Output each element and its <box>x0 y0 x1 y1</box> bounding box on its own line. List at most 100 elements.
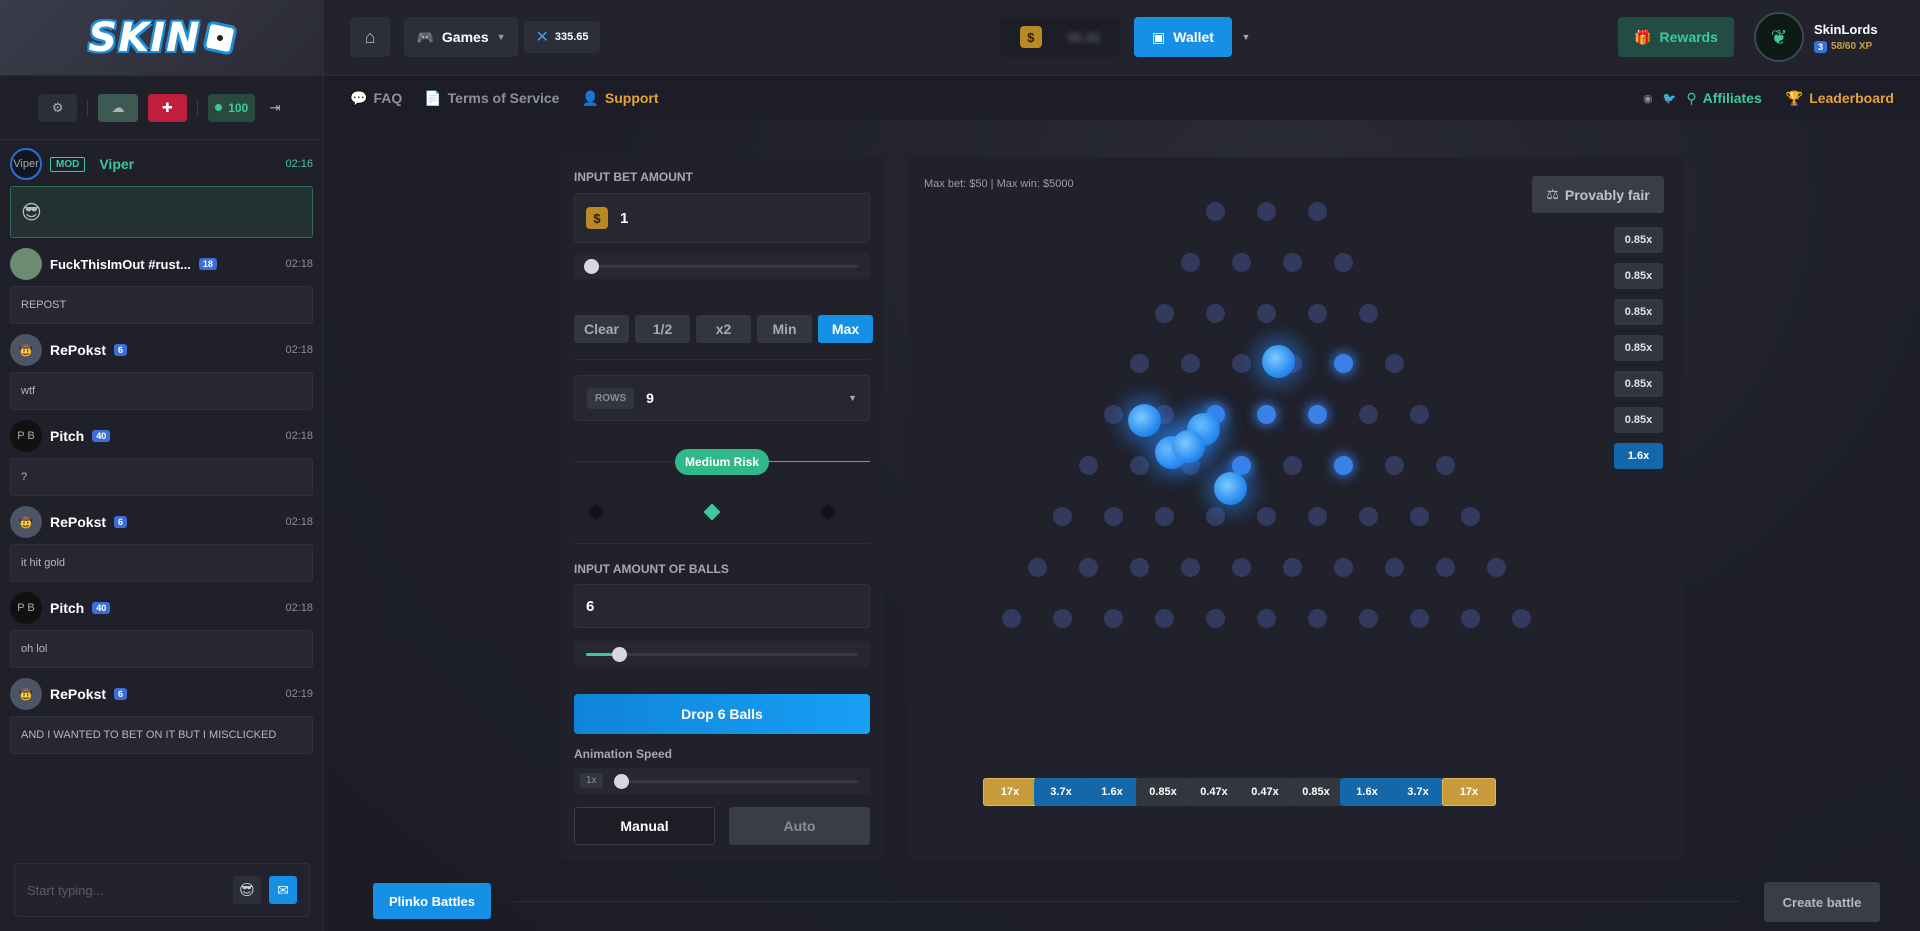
logout-icon[interactable]: ⇥ <box>265 94 285 122</box>
user-xp-text: 58/60 XP <box>1831 41 1873 52</box>
clear-button[interactable]: Clear <box>574 315 629 343</box>
cloud-room-icon[interactable]: ☁ <box>98 93 138 122</box>
trophy-icon: 🏆 <box>1785 89 1804 106</box>
multiplier-bucket: 0.47x <box>1238 778 1292 806</box>
bet-amount-field[interactable]: $ 1 <box>574 193 870 243</box>
top-header: ⌂ 🎮 Games ▼ ✕ 335.65 $ 96.42 ▣ Wallet ▼ … <box>324 0 1920 76</box>
message-time: 02:18 <box>285 516 313 528</box>
username[interactable]: RePokst <box>50 514 106 530</box>
site-logo[interactable]: SKIN <box>88 15 238 61</box>
balls-amount-slider[interactable] <box>574 641 870 667</box>
bet-amount-slider[interactable] <box>574 253 870 279</box>
peg <box>1002 609 1021 628</box>
rewards-button[interactable]: 🎁 Rewards <box>1618 17 1734 57</box>
rewards-label: Rewards <box>1659 29 1718 45</box>
peg <box>1231 354 1251 373</box>
slider-knob[interactable] <box>584 259 600 274</box>
affiliates-link[interactable]: ⚲ Affiliates <box>1686 90 1761 107</box>
rows-select[interactable]: ROWS 9 ▼ <box>574 375 870 421</box>
username[interactable]: RePokst <box>50 342 106 358</box>
user-profile[interactable]: ❦ SkinLords 3 58/60 XP <box>1754 12 1878 62</box>
min-button[interactable]: Min <box>757 315 812 343</box>
multiplier-bucket: 3.7x <box>1391 778 1445 806</box>
user-avatar: ❦ <box>1754 12 1804 62</box>
speed-value: 1x <box>580 773 603 788</box>
max-button[interactable]: Max <box>818 315 873 343</box>
message-header: FuckThisImOut #rust... 18 02:18 <box>10 246 313 282</box>
avatar[interactable]: P B <box>10 592 42 624</box>
high-risk-diamond-icon[interactable] <box>819 503 837 521</box>
flag-room-icon[interactable]: ✚ <box>147 93 188 122</box>
avatar[interactable]: 🤠 <box>10 334 42 366</box>
username[interactable]: Viper <box>99 156 134 172</box>
provably-fair-button[interactable]: ⚖ Provably fair <box>1532 176 1664 213</box>
username[interactable]: Pitch <box>50 428 84 444</box>
drop-balls-button[interactable]: Drop 6 Balls <box>574 694 870 734</box>
level-badge: 40 <box>92 602 111 614</box>
peg <box>1180 253 1200 272</box>
message-body: wtf <box>10 372 313 410</box>
home-icon: ⌂ <box>364 26 376 47</box>
terms-link[interactable]: 📄 Terms of Service <box>424 90 559 107</box>
slider-knob[interactable] <box>614 774 629 789</box>
document-icon: 📄 <box>424 89 442 106</box>
message-header: Viper MOD Viper 02:16 <box>10 146 313 182</box>
peg <box>1053 609 1072 628</box>
divider <box>574 359 870 360</box>
home-button[interactable]: ⌂ <box>350 17 390 57</box>
emoji-picker-icon[interactable]: 😎 <box>233 876 261 904</box>
chat-sidebar: SKIN ⚙ ☁ ✚ 100 ⇥ Viper MOD Viper 02:16 😎 <box>0 0 324 931</box>
low-risk-diamond-icon[interactable] <box>587 503 605 521</box>
rows-tag: ROWS <box>587 387 635 409</box>
plinko-ball <box>1172 430 1205 463</box>
auto-mode-button[interactable]: Auto <box>729 807 870 845</box>
message-time: 02:19 <box>285 688 313 700</box>
level-badge: 6 <box>114 344 128 356</box>
twitter-icon[interactable]: 🐦 <box>1663 92 1677 105</box>
faq-link[interactable]: 💬 FAQ <box>350 90 402 107</box>
settings-gear-icon[interactable]: ⚙ <box>38 93 78 122</box>
leaderboard-link[interactable]: 🏆 Leaderboard <box>1786 90 1894 107</box>
chat-message: 🤠 RePokst 6 02:18 wtf <box>10 332 313 410</box>
double-button[interactable]: x2 <box>696 315 751 343</box>
half-button[interactable]: 1/2 <box>635 315 690 343</box>
peg <box>1461 609 1480 628</box>
wallet-button[interactable]: ▣ Wallet <box>1134 17 1232 57</box>
slider-line <box>586 265 858 268</box>
multiplier-bucket: 0.85x <box>1136 778 1190 806</box>
animation-speed-slider[interactable]: 1x <box>574 768 870 794</box>
discord-icon[interactable]: ◉ <box>1643 92 1653 105</box>
wallet-chevron-icon[interactable]: ▼ <box>1236 17 1256 57</box>
games-dropdown[interactable]: 🎮 Games ▼ <box>404 17 518 57</box>
username[interactable]: RePokst <box>50 686 106 702</box>
avatar[interactable]: P B <box>10 420 42 452</box>
balls-amount-label: INPUT AMOUNT OF BALLS <box>574 562 729 576</box>
peg <box>1206 507 1225 526</box>
risk-level-badge[interactable]: Medium Risk <box>675 449 769 475</box>
leaderboard-label: Leaderboard <box>1809 90 1894 106</box>
support-link[interactable]: 👤 Support <box>581 90 658 107</box>
balls-amount-field[interactable]: 6 <box>574 584 870 628</box>
slider-knob[interactable] <box>611 647 627 662</box>
peg <box>1129 354 1149 373</box>
manual-mode-button[interactable]: Manual <box>574 807 715 845</box>
chat-input[interactable] <box>27 882 225 898</box>
peg <box>1180 558 1200 577</box>
peg <box>1104 405 1123 424</box>
username[interactable]: Pitch <box>50 600 84 616</box>
username[interactable]: FuckThisImOut #rust... <box>50 257 191 272</box>
create-battle-button[interactable]: Create battle <box>1764 882 1880 922</box>
avatar[interactable]: 🤠 <box>10 506 42 538</box>
avatar[interactable] <box>10 248 42 280</box>
chat-bubble-icon: 💬 <box>350 89 368 106</box>
chat-toolbar: ⚙ ☁ ✚ 100 ⇥ <box>0 76 323 140</box>
send-message-icon[interactable]: ✉ <box>269 876 297 904</box>
plinko-battles-button[interactable]: Plinko Battles <box>373 883 491 919</box>
peg <box>1359 609 1378 628</box>
avatar[interactable]: 🤠 <box>10 678 42 710</box>
toolbar-divider <box>87 99 89 116</box>
avatar[interactable]: Viper <box>10 148 42 180</box>
medium-risk-diamond-icon[interactable] <box>703 503 721 521</box>
peg <box>1155 609 1174 628</box>
points-balance: ✕ 335.65 <box>524 21 600 53</box>
